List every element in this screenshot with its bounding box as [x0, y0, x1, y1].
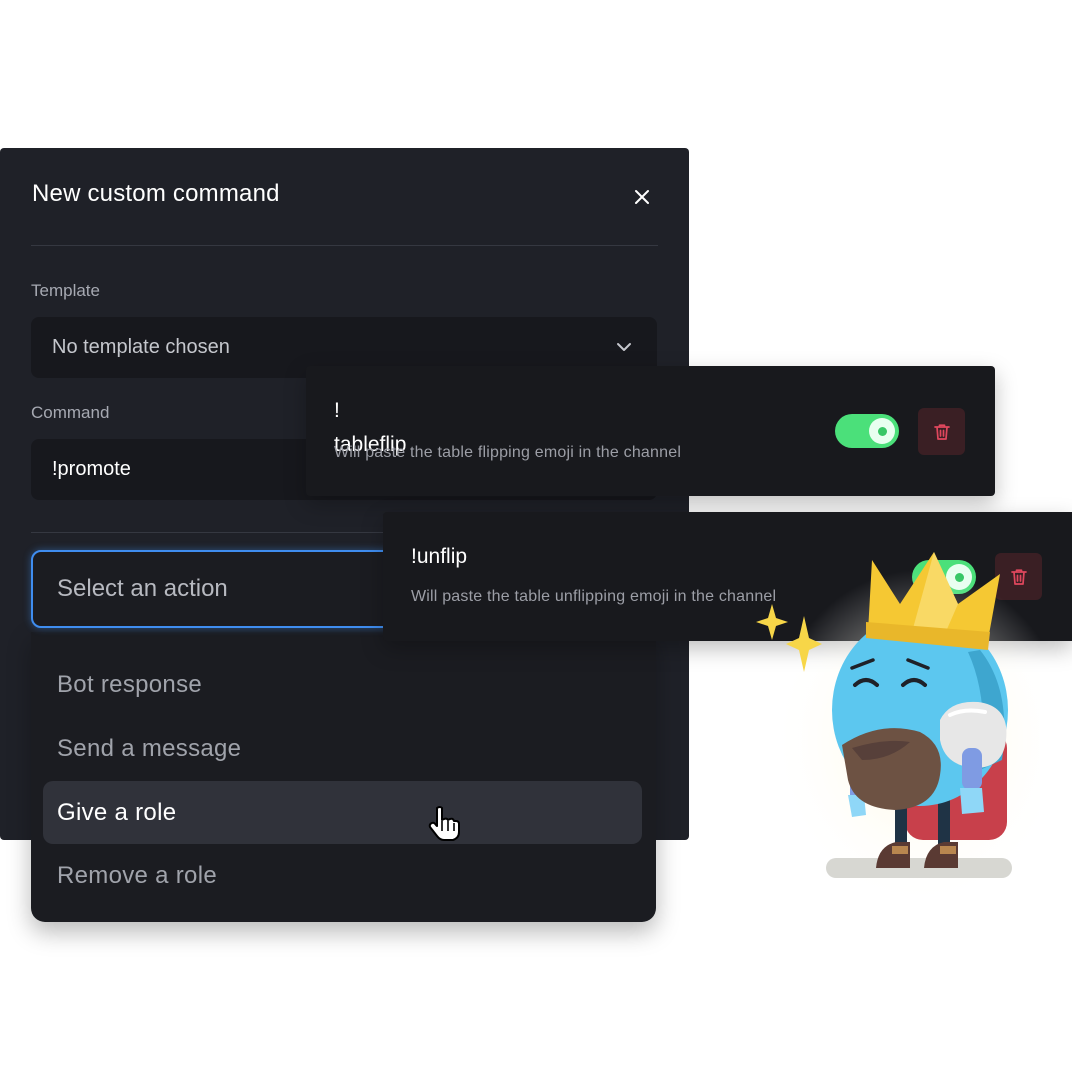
trash-icon [933, 423, 950, 440]
command-name: !unflip [411, 545, 468, 568]
template-select-value: No template chosen [52, 336, 230, 358]
action-dropdown-menu: Bot response Send a message Give a role … [31, 632, 656, 922]
king-mascot-illustration [756, 552, 1040, 900]
action-option-send-message[interactable]: Send a message [43, 717, 642, 780]
modal-title: New custom command [32, 180, 280, 207]
close-icon [635, 190, 649, 204]
command-label: Command [31, 403, 110, 422]
action-select-placeholder: Select an action [57, 575, 228, 602]
action-option-remove-role[interactable]: Remove a role [43, 844, 642, 907]
template-label: Template [31, 281, 100, 300]
action-option-give-role[interactable]: Give a role [43, 781, 642, 844]
action-option-bot-response[interactable]: Bot response [43, 653, 642, 716]
command-card-tableflip: ! tableflip Will paste the table flippin… [306, 366, 995, 496]
chevron-down-icon [617, 343, 631, 351]
command-input-value: !promote [52, 458, 131, 480]
delete-button[interactable] [918, 408, 965, 455]
enable-toggle[interactable] [835, 414, 899, 448]
header-divider [31, 245, 658, 246]
command-name-line1: ! [334, 399, 340, 422]
hand-cursor-icon [428, 806, 460, 841]
toggle-knob [869, 418, 895, 444]
close-button[interactable] [630, 185, 654, 209]
command-description: Will paste the table flipping emoji in t… [334, 444, 682, 461]
